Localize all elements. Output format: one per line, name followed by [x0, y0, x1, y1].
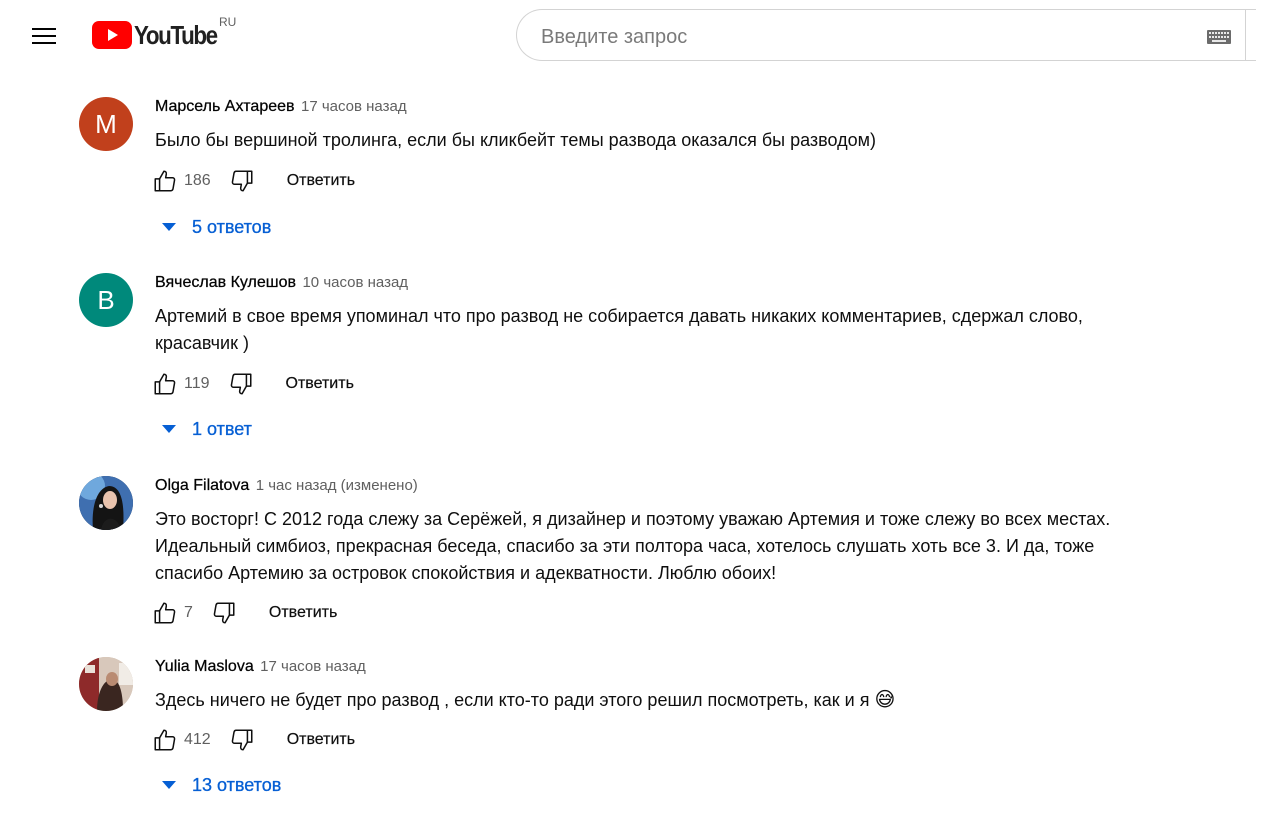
youtube-logo[interactable]: YouTube	[92, 20, 230, 50]
avatar-letter: В	[97, 284, 115, 315]
search-button-edge[interactable]	[1245, 9, 1246, 61]
replies-count: 13 ответов	[192, 774, 282, 795]
comment-text-line: Артемий в свое время упоминал что про ра…	[155, 306, 1083, 326]
avatar[interactable]	[79, 657, 133, 711]
grinning-sweat-emoji-icon: 😅	[874, 689, 896, 711]
comment-text: Было бы вершиной тролинга, если бы кликб…	[155, 130, 877, 150]
reply-button[interactable]: Ответить	[287, 172, 356, 190]
logo-text: YouTube	[134, 19, 218, 50]
youtube-play-icon	[92, 21, 132, 49]
comment-time[interactable]: 17 часов назад	[260, 658, 366, 675]
reply-button[interactable]: Ответить	[285, 375, 354, 393]
comment-text: Это восторг! С 2012 года слежу за Серёже…	[155, 506, 1175, 587]
profile-photo-icon	[79, 657, 133, 711]
comment-author[interactable]: Марсель Ахтареев	[155, 98, 295, 115]
comment-actions: 7 Ответить	[150, 597, 337, 629]
avatar[interactable]: М	[79, 97, 133, 151]
like-button[interactable]	[150, 598, 180, 628]
search-box	[516, 9, 1256, 61]
like-count: 119	[184, 375, 210, 392]
avatar[interactable]	[79, 476, 133, 530]
like-button[interactable]	[150, 369, 180, 399]
search-input[interactable]	[539, 22, 1183, 52]
avatar[interactable]: В	[79, 273, 133, 327]
caret-down-icon	[162, 425, 176, 433]
avatar-letter: М	[95, 108, 117, 139]
comment-header: Марсель Ахтареев 17 часов назад	[155, 98, 407, 116]
like-count: 7	[184, 604, 193, 621]
region-code: RU	[219, 15, 237, 29]
comment-text: Здесь ничего не будет про развод , если …	[155, 687, 1175, 714]
comment-header: Yulia Maslova 17 часов назад	[155, 658, 366, 676]
like-button[interactable]	[150, 166, 180, 196]
reply-button[interactable]: Ответить	[287, 731, 356, 749]
view-replies-button[interactable]: 5 ответов	[160, 212, 271, 242]
comment-author[interactable]: Olga Filatova	[155, 477, 250, 494]
caret-down-icon	[162, 223, 176, 231]
comment-header: Olga Filatova 1 час назад (изменено)	[155, 477, 418, 495]
hamburger-icon	[32, 28, 56, 30]
comment-time[interactable]: 17 часов назад	[301, 98, 407, 115]
like-count: 186	[184, 172, 211, 189]
thumbs-up-icon	[154, 170, 176, 192]
like-count: 412	[184, 731, 211, 748]
view-replies-button[interactable]: 13 ответов	[160, 770, 281, 800]
view-replies-button[interactable]: 1 ответ	[160, 414, 252, 444]
keyboard-icon[interactable]	[1207, 30, 1231, 44]
comment-time[interactable]: 1 час назад (изменено)	[256, 477, 418, 494]
comment-header: Вячеслав Кулешов 10 часов назад	[155, 274, 408, 292]
comment-text-body: Здесь ничего не будет про развод , если …	[155, 690, 870, 710]
dislike-button[interactable]	[209, 598, 239, 628]
thumbs-down-icon	[230, 373, 252, 395]
thumbs-up-icon	[154, 373, 176, 395]
comment-text-line: Идеальный симбиоз, прекрасная беседа, сп…	[155, 536, 1095, 556]
thumbs-up-icon	[154, 729, 176, 751]
comment-text-line: спасибо Артемию за островок спокойствия …	[155, 563, 777, 583]
thumbs-up-icon	[154, 602, 176, 624]
replies-count: 5 ответов	[192, 216, 272, 237]
replies-count: 1 ответ	[192, 418, 252, 439]
comment-actions: 412 Ответить	[150, 724, 355, 756]
thumbs-down-icon	[231, 170, 253, 192]
profile-photo-icon	[79, 476, 133, 530]
reply-button[interactable]: Ответить	[269, 604, 338, 622]
like-button[interactable]	[150, 725, 180, 755]
masthead: YouTube RU	[0, 0, 1261, 72]
thumbs-down-icon	[231, 729, 253, 751]
comment-author[interactable]: Вячеслав Кулешов	[155, 274, 296, 291]
comment-time[interactable]: 10 часов назад	[302, 274, 408, 291]
comment-actions: 119 Ответить	[150, 368, 354, 400]
comment-text-line: Это восторг! С 2012 года слежу за Серёже…	[155, 509, 1111, 529]
comment-text: Артемий в свое время упоминал что про ра…	[155, 303, 1175, 357]
guide-menu-button[interactable]	[24, 20, 64, 52]
dislike-button[interactable]	[226, 369, 256, 399]
comment-actions: 186 Ответить	[150, 165, 355, 197]
dislike-button[interactable]	[227, 166, 257, 196]
comment-author[interactable]: Yulia Maslova	[155, 658, 254, 675]
dislike-button[interactable]	[227, 725, 257, 755]
caret-down-icon	[162, 781, 176, 789]
thumbs-down-icon	[213, 602, 235, 624]
comment-text-line: красавчик )	[155, 333, 249, 353]
